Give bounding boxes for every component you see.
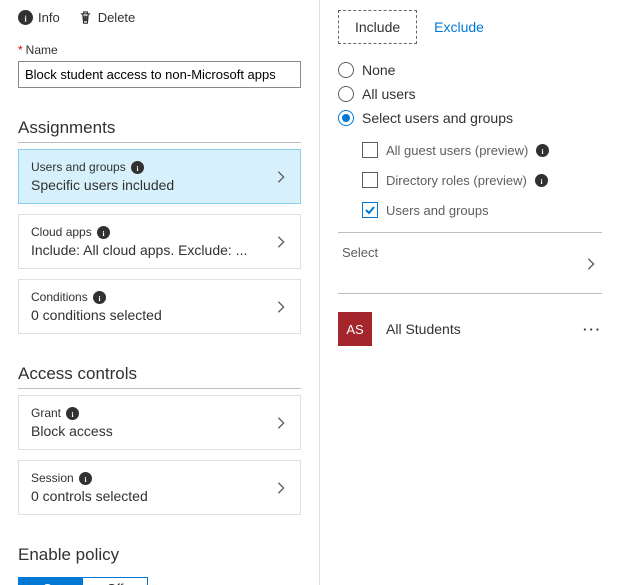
assignments-heading: Assignments: [18, 118, 301, 143]
access-controls-heading: Access controls: [18, 364, 301, 389]
group-badge: AS: [338, 312, 372, 346]
conditions-row[interactable]: Conditionsi 0 conditions selected: [18, 279, 301, 334]
info-icon: i: [79, 472, 92, 485]
select-row[interactable]: Select: [338, 232, 602, 294]
group-row[interactable]: AS All Students ···: [338, 312, 602, 346]
info-icon: i: [18, 10, 33, 25]
info-icon: i: [97, 226, 110, 239]
info-button[interactable]: i Info: [18, 10, 60, 25]
trash-icon: [78, 10, 93, 25]
info-icon: i: [536, 144, 549, 157]
toggle-on[interactable]: On: [19, 578, 83, 585]
toggle-off[interactable]: Off: [83, 578, 147, 585]
radio-all-users[interactable]: All users: [338, 86, 602, 102]
tab-exclude[interactable]: Exclude: [417, 10, 501, 44]
svg-text:i: i: [136, 163, 138, 172]
more-button[interactable]: ···: [583, 322, 602, 337]
name-label: *Name: [18, 43, 301, 57]
session-row[interactable]: Sessioni 0 controls selected: [18, 460, 301, 515]
chevron-right-icon: [584, 257, 598, 271]
chevron-right-icon: [274, 170, 288, 184]
cloud-apps-row[interactable]: Cloud appsi Include: All cloud apps. Exc…: [18, 214, 301, 269]
info-icon: i: [131, 161, 144, 174]
select-label: Select: [342, 245, 378, 260]
group-name: All Students: [386, 321, 569, 337]
radio-select-users-groups[interactable]: Select users and groups: [338, 110, 602, 126]
svg-text:i: i: [98, 293, 100, 302]
enable-policy-heading: Enable policy: [18, 545, 301, 569]
info-icon: i: [66, 407, 79, 420]
svg-text:i: i: [542, 146, 544, 155]
chevron-right-icon: [274, 481, 288, 495]
radio-none[interactable]: None: [338, 62, 602, 78]
delete-label: Delete: [98, 10, 136, 25]
users-groups-row[interactable]: Users and groupsi Specific users include…: [18, 149, 301, 204]
info-label: Info: [38, 10, 60, 25]
svg-text:i: i: [84, 474, 86, 483]
chevron-right-icon: [274, 416, 288, 430]
delete-button[interactable]: Delete: [78, 10, 136, 25]
info-icon: i: [535, 174, 548, 187]
name-input[interactable]: [18, 61, 301, 88]
info-icon: i: [93, 291, 106, 304]
check-users-groups[interactable]: Users and groups: [362, 202, 602, 218]
svg-text:i: i: [540, 176, 542, 185]
check-guest-users[interactable]: All guest users (preview)i: [362, 142, 602, 158]
check-directory-roles[interactable]: Directory roles (preview)i: [362, 172, 602, 188]
tab-include[interactable]: Include: [338, 10, 417, 44]
svg-text:i: i: [72, 409, 74, 418]
enable-policy-toggle[interactable]: On Off: [18, 577, 148, 585]
svg-text:i: i: [102, 228, 104, 237]
grant-row[interactable]: Granti Block access: [18, 395, 301, 450]
chevron-right-icon: [274, 235, 288, 249]
chevron-right-icon: [274, 300, 288, 314]
